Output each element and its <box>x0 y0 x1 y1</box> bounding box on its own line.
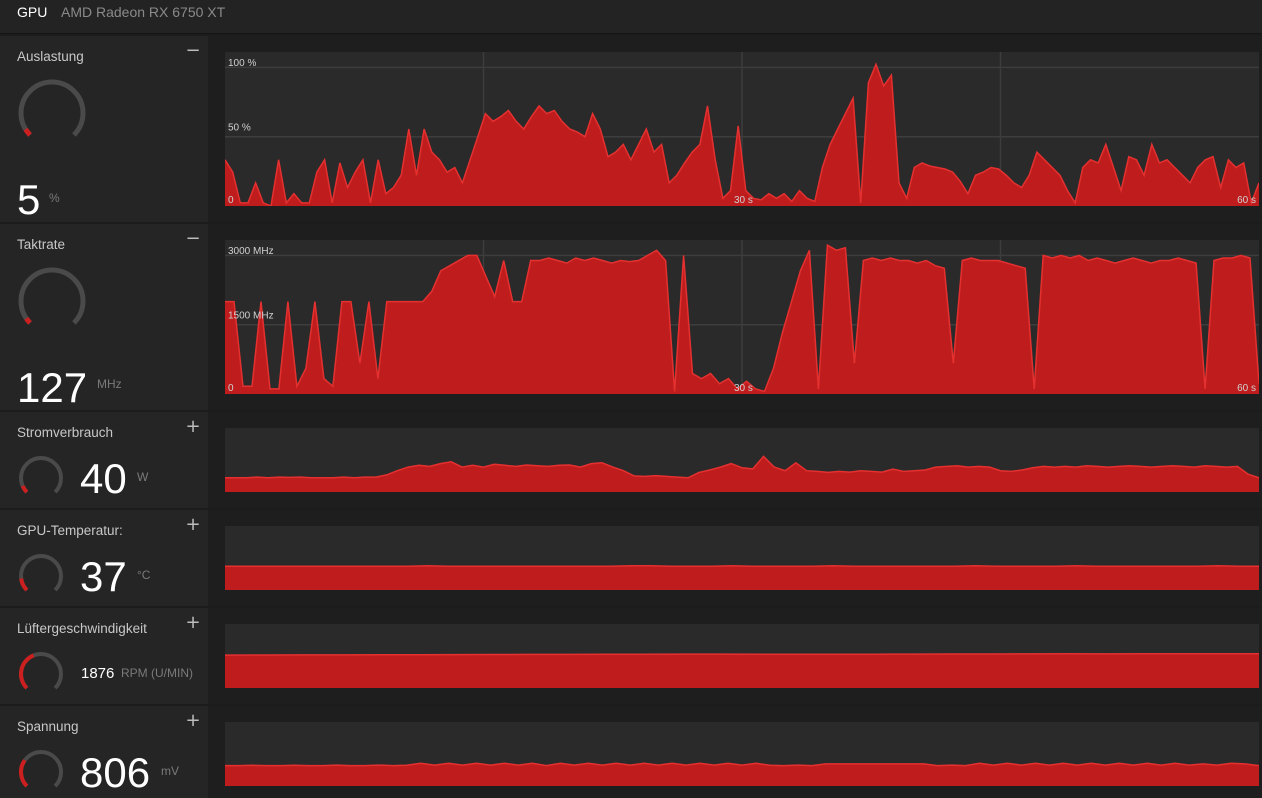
expand-toggle-button[interactable]: + <box>185 712 201 730</box>
gauge-track <box>19 750 63 788</box>
panel-voltage: Spannung + 806 mV <box>0 706 1262 798</box>
gauge-track <box>19 456 63 494</box>
gauge-track <box>19 554 63 592</box>
value-unit: W <box>137 470 149 484</box>
panel-title: Taktrate <box>17 237 66 252</box>
gauge-icon <box>18 267 86 325</box>
axis-label-30s: 30 s <box>734 383 753 394</box>
current-value: 127 <box>17 364 88 411</box>
value-unit: °C <box>137 568 151 582</box>
gauge-icon <box>18 79 86 137</box>
value-unit: MHz <box>97 377 122 391</box>
panel-clock: Taktrate − 127 MHz 3000 MHz 1500 MHz 0 30 s… <box>0 224 1262 410</box>
gpu-model-name: AMD Radeon RX 6750 XT <box>61 4 226 20</box>
gauge-fill <box>20 485 29 494</box>
axis-label-max: 3000 MHz <box>228 246 274 257</box>
gauge-fill <box>19 759 29 788</box>
panel-title: Stromverbrauch <box>17 425 114 440</box>
expand-toggle-button[interactable]: + <box>185 516 201 534</box>
gauge-icon <box>19 456 63 494</box>
gauge-icon <box>19 652 63 690</box>
expand-toggle-button[interactable]: + <box>185 614 201 632</box>
panel-power: Stromverbrauch + 40 W <box>0 412 1262 508</box>
gauge-fill <box>23 127 32 137</box>
usage-graph: 100 % 50 % 0 30 s 60 s <box>225 52 1259 206</box>
gauge-fill <box>24 316 32 325</box>
series-area <box>225 456 1259 492</box>
current-value: 37 <box>80 553 127 600</box>
axis-label-60s: 60 s <box>1237 195 1256 206</box>
current-value: 5 <box>17 176 41 223</box>
panel-fan-speed: Lüftergeschwindigkeit + 1876 RPM (U/MIN) <box>0 608 1262 704</box>
axis-label-60s: 60 s <box>1237 383 1256 394</box>
gauge-icon <box>19 750 63 788</box>
clock-graph: 3000 MHz 1500 MHz 0 30 s 60 s <box>225 240 1259 394</box>
expand-toggle-button[interactable]: + <box>185 418 201 436</box>
power-graph <box>225 428 1259 492</box>
axis-label-max: 100 % <box>228 58 256 69</box>
tab-gpu[interactable]: GPU <box>17 4 47 20</box>
gpu-header: GPU AMD Radeon RX 6750 XT <box>0 0 1262 34</box>
gauge-fill <box>19 653 35 690</box>
axis-label-30s: 30 s <box>734 195 753 206</box>
panel-temperature: GPU-Temperatur: + 37 °C <box>0 510 1262 606</box>
collapse-toggle-button[interactable]: − <box>185 230 201 248</box>
gauge-track <box>18 79 86 137</box>
current-value: 40 <box>80 455 127 502</box>
gauge-track <box>18 267 86 325</box>
series-line <box>225 762 1259 767</box>
value-unit: mV <box>161 764 179 778</box>
panel-title: Spannung <box>17 719 79 734</box>
value-unit: RPM (U/MIN) <box>121 666 193 680</box>
fan-speed-graph <box>225 624 1259 688</box>
current-value: 1876 <box>81 665 115 682</box>
series-area <box>225 653 1259 688</box>
collapse-toggle-button[interactable]: − <box>185 42 201 60</box>
gauge-icon <box>19 554 63 592</box>
series-line <box>225 564 1259 568</box>
voltage-graph <box>225 722 1259 786</box>
panel-title: Lüftergeschwindigkeit <box>17 621 147 636</box>
axis-label-zero: 0 <box>228 195 234 206</box>
temperature-graph <box>225 526 1259 590</box>
series-area <box>225 565 1259 590</box>
panel-title: Auslastung <box>17 49 84 64</box>
axis-label-zero: 0 <box>228 383 234 394</box>
axis-label-mid: 50 % <box>228 123 251 134</box>
series-area <box>225 763 1259 786</box>
gauge-fill <box>19 578 29 592</box>
axis-label-mid: 1500 MHz <box>228 311 274 322</box>
panel-utilization: Auslastung − 5 % 100 % 50 % 0 30 s 60 s <box>0 36 1262 222</box>
current-value: 806 <box>80 749 151 796</box>
panel-title: GPU-Temperatur: <box>17 523 123 538</box>
value-unit: % <box>49 191 60 205</box>
